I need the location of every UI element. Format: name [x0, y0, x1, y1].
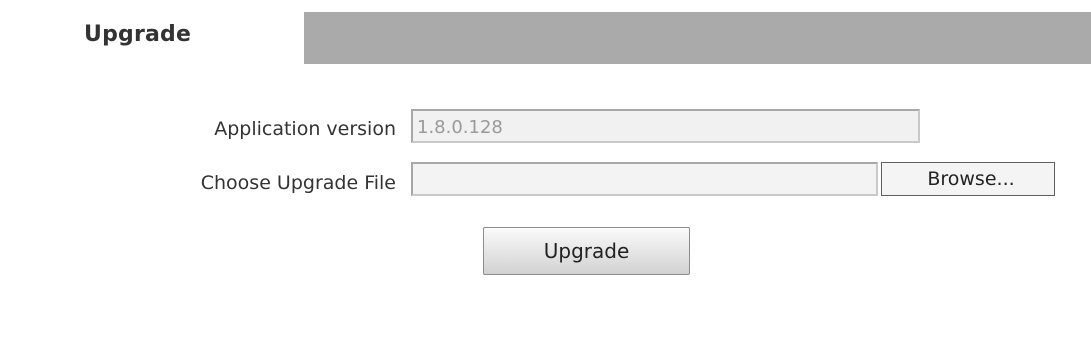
application-version-field: [411, 109, 920, 143]
section-header-bar: [304, 12, 1091, 64]
upgrade-button[interactable]: Upgrade: [483, 227, 690, 275]
upgrade-file-path-field[interactable]: [411, 162, 878, 196]
application-version-label: Application version: [214, 118, 396, 140]
upgrade-page: Upgrade Application version Choose Upgra…: [0, 0, 1091, 364]
upgrade-file-label: Choose Upgrade File: [200, 172, 396, 194]
section-title: Upgrade: [84, 22, 192, 47]
browse-button[interactable]: Browse...: [881, 162, 1055, 196]
